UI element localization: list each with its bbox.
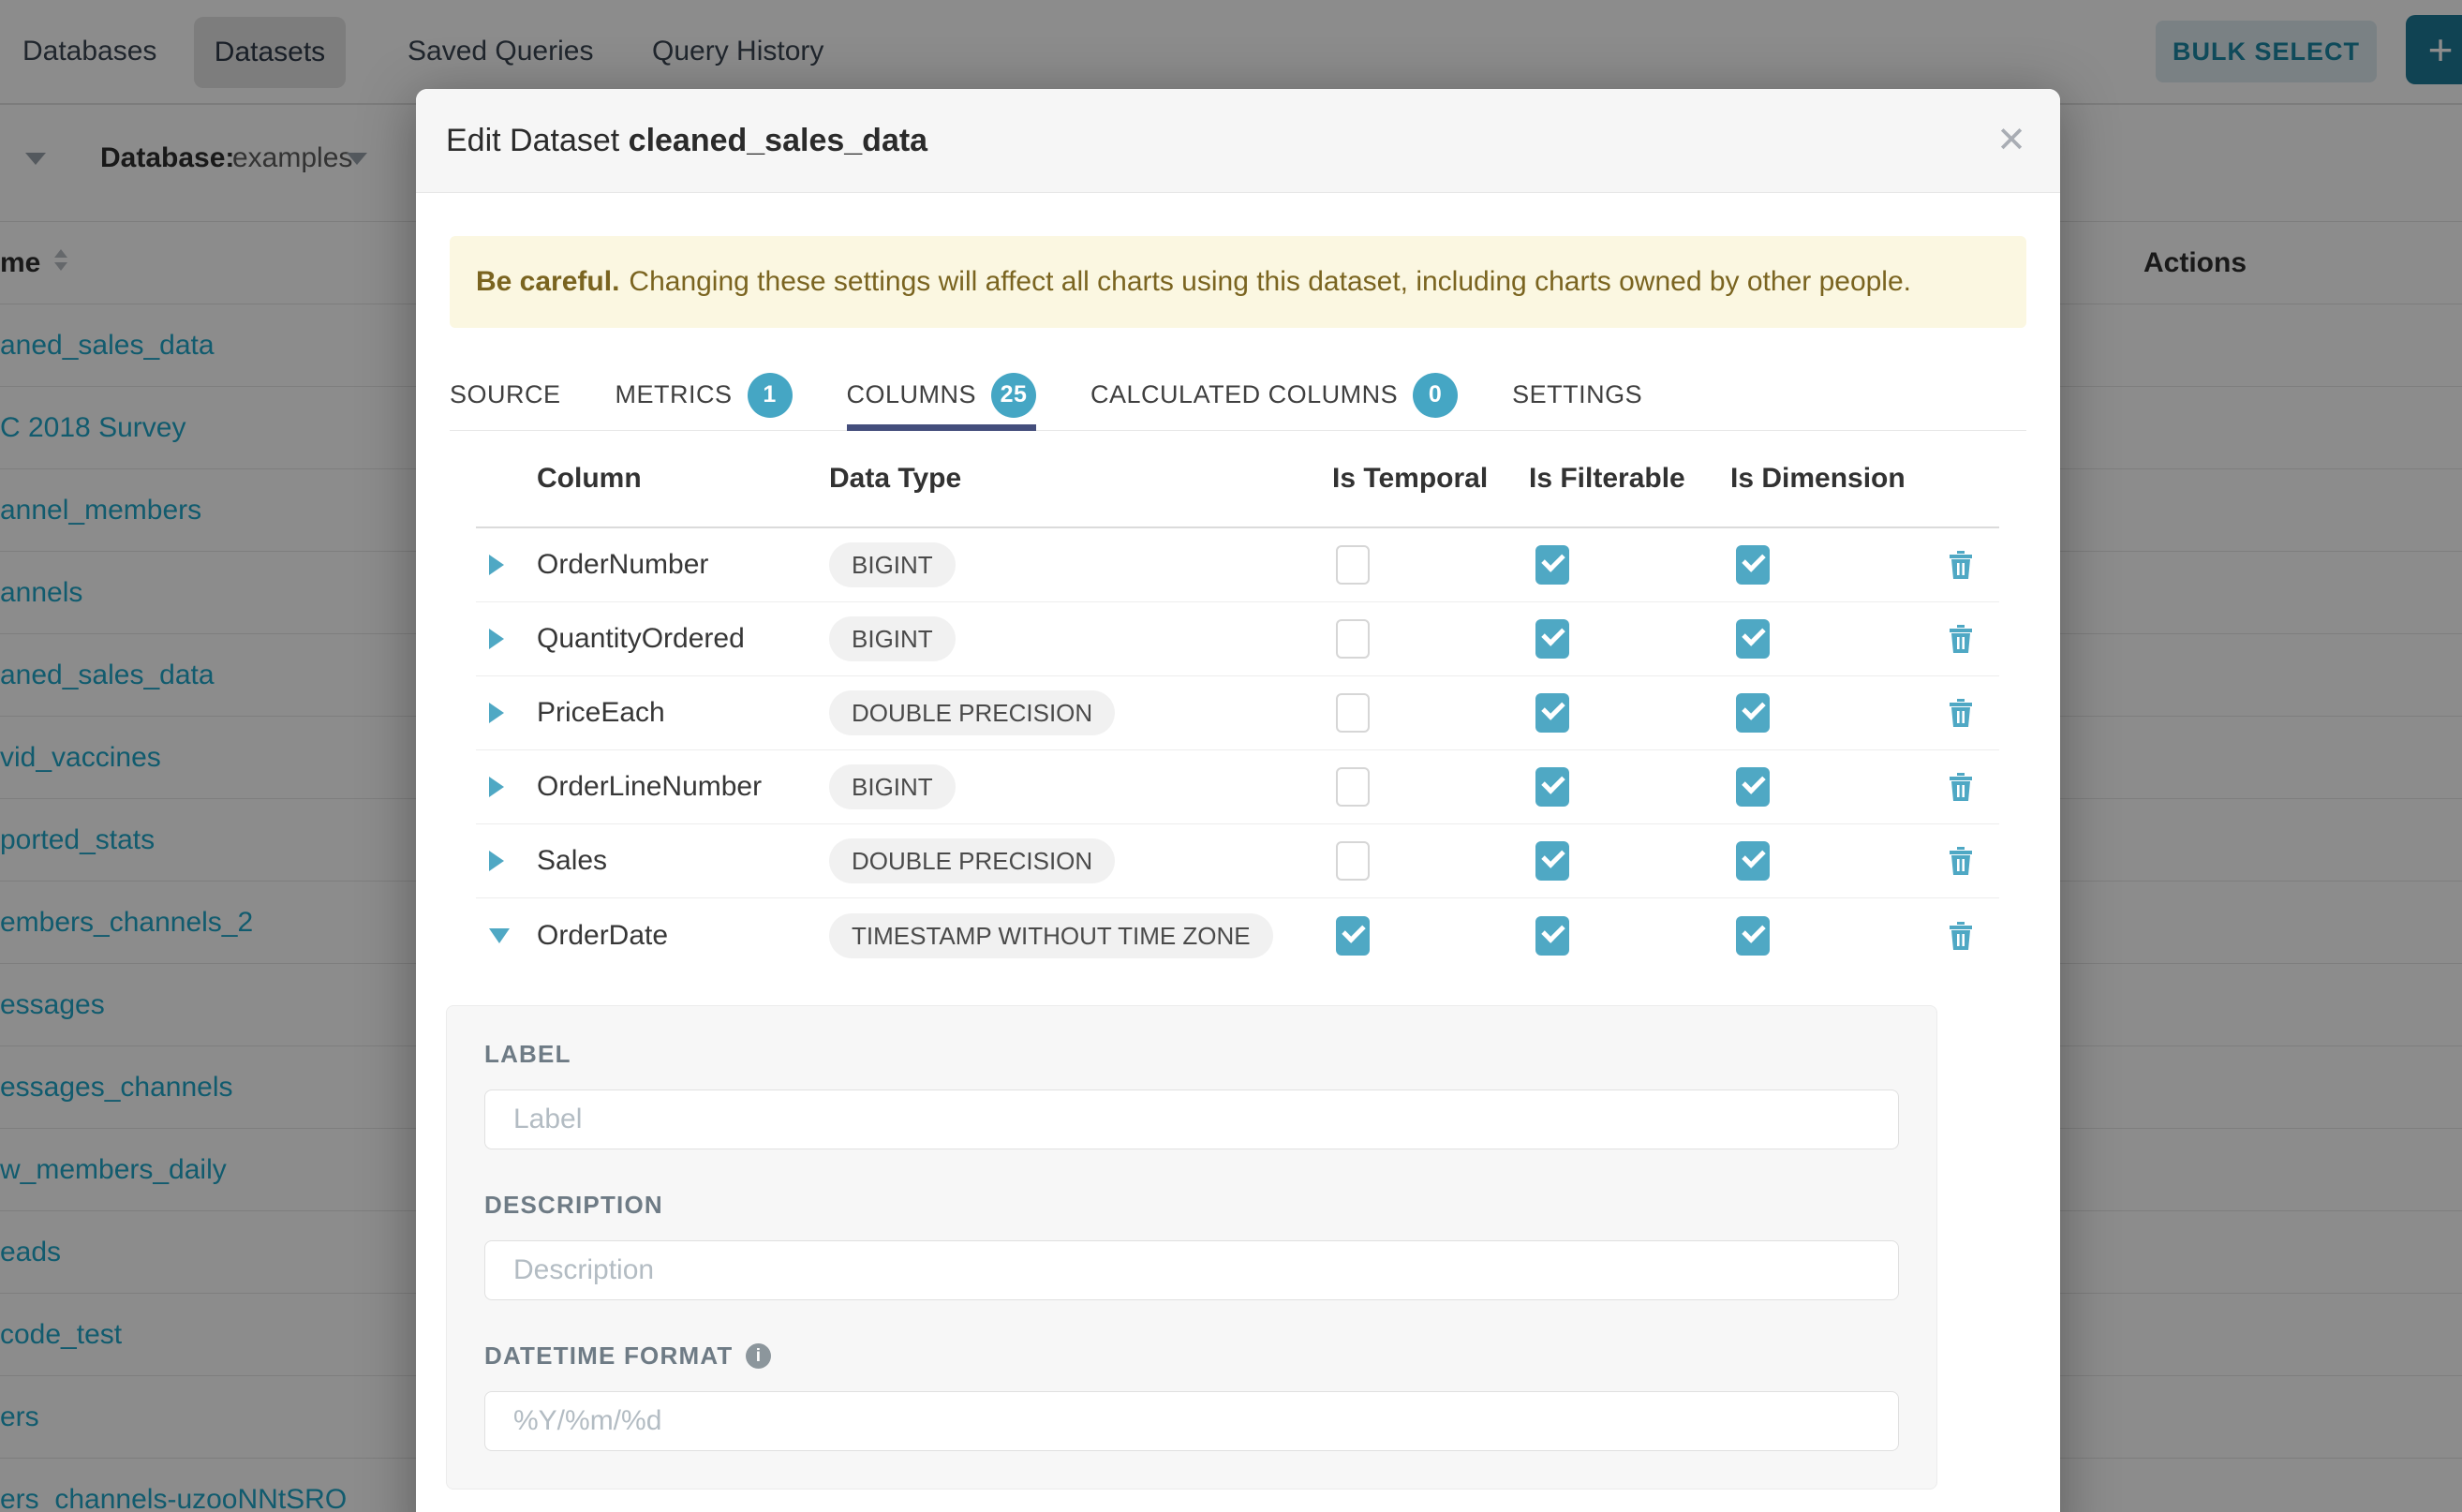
tab-settings[interactable]: SETTINGS [1512,360,1642,430]
delete-column-icon[interactable] [1949,625,1973,653]
is-filterable-checkbox[interactable] [1535,767,1569,807]
header-is-dimension: Is Dimension [1730,463,1906,495]
is-dimension-checkbox[interactable] [1736,693,1770,733]
is-dimension-checkbox[interactable] [1736,545,1770,585]
tab-label: SETTINGS [1512,380,1642,409]
info-icon[interactable]: i [746,1343,771,1369]
delete-column-icon[interactable] [1949,847,1973,875]
label-field-label: LABEL [484,1040,1899,1069]
data-type-pill: BIGINT [829,616,956,661]
is-dimension-checkbox[interactable] [1736,619,1770,659]
modal-header: Edit Dataset cleaned_sales_data ✕ [416,89,2060,193]
table-row: Sales DOUBLE PRECISION [476,824,1999,898]
datasets-page: Databases Datasets Saved Queries Query H… [0,0,2462,1512]
expand-caret-icon[interactable] [489,555,504,575]
is-filterable-checkbox[interactable] [1535,545,1569,585]
warning-banner: Be careful. Changing these settings will… [450,236,2026,328]
delete-column-icon[interactable] [1949,551,1973,579]
data-type-pill: DOUBLE PRECISION [829,838,1115,883]
description-input[interactable] [484,1240,1899,1300]
column-name: OrderDate [537,920,668,952]
table-row: PriceEach DOUBLE PRECISION [476,676,1999,750]
datetime-format-input[interactable] [484,1391,1899,1451]
is-filterable-checkbox[interactable] [1535,619,1569,659]
table-row: OrderLineNumber BIGINT [476,750,1999,824]
warning-bold-text: Be careful. [476,266,619,298]
table-row: OrderNumber BIGINT [476,528,1999,602]
data-type-pill: TIMESTAMP WITHOUT TIME ZONE [829,913,1273,958]
column-detail-panel: LABEL DESCRIPTION DATETIME FORMAT i [446,1005,1937,1490]
column-name: PriceEach [537,697,665,729]
expand-caret-icon[interactable] [489,851,504,871]
tab-columns[interactable]: COLUMNS 25 [847,360,1037,430]
is-temporal-checkbox[interactable] [1336,545,1370,585]
data-type-pill: BIGINT [829,764,956,809]
header-column: Column [537,463,642,495]
column-name: OrderNumber [537,549,708,581]
delete-column-icon[interactable] [1949,699,1973,727]
table-row-expanded: OrderDate TIMESTAMP WITHOUT TIME ZONE [476,898,1999,973]
is-filterable-checkbox[interactable] [1535,841,1569,881]
datetime-format-field-label: DATETIME FORMAT i [484,1342,1899,1371]
is-temporal-checkbox[interactable] [1336,841,1370,881]
header-is-filterable: Is Filterable [1529,463,1685,495]
header-data-type: Data Type [829,463,961,495]
modal-tabs: SOURCE METRICS 1 COLUMNS 25 CALCULATED COL… [450,360,2026,431]
header-is-temporal: Is Temporal [1332,463,1488,495]
description-field-label: DESCRIPTION [484,1191,1899,1220]
label-input[interactable] [484,1090,1899,1149]
modal-title-prefix: Edit Dataset [446,123,629,158]
modal-body: Be careful. Changing these settings will… [416,236,2060,1490]
collapse-caret-icon[interactable] [489,928,510,943]
tab-source[interactable]: SOURCE [450,360,561,430]
tab-label: CALCULATED COLUMNS [1090,380,1398,409]
data-type-pill: BIGINT [829,542,956,587]
columns-table-header: Column Data Type Is Temporal Is Filterab… [476,431,1999,528]
data-type-pill: DOUBLE PRECISION [829,690,1115,735]
modal-title-dataset-name: cleaned_sales_data [629,123,927,158]
edit-dataset-modal: Edit Dataset cleaned_sales_data ✕ Be car… [416,89,2060,1512]
tab-label: COLUMNS [847,380,977,409]
columns-table: Column Data Type Is Temporal Is Filterab… [476,431,1999,973]
tab-metrics[interactable]: METRICS 1 [616,360,793,430]
is-temporal-checkbox[interactable] [1336,619,1370,659]
is-dimension-checkbox[interactable] [1736,841,1770,881]
tab-label: METRICS [616,380,733,409]
tab-calculated-columns[interactable]: CALCULATED COLUMNS 0 [1090,360,1458,430]
is-filterable-checkbox[interactable] [1535,693,1569,733]
modal-title: Edit Dataset cleaned_sales_data [446,123,927,159]
label-text: LABEL [484,1040,571,1069]
table-row: QuantityOrdered BIGINT [476,602,1999,676]
close-icon[interactable]: ✕ [1996,123,2026,158]
expand-caret-icon[interactable] [489,703,504,723]
label-text: DESCRIPTION [484,1191,663,1220]
label-text: DATETIME FORMAT [484,1342,733,1371]
warning-text: Changing these settings will affect all … [629,266,1911,298]
is-temporal-checkbox[interactable] [1336,916,1370,956]
is-temporal-checkbox[interactable] [1336,693,1370,733]
column-name: OrderLineNumber [537,771,762,803]
is-filterable-checkbox[interactable] [1535,916,1569,956]
calculated-columns-count-badge: 0 [1413,373,1458,418]
is-dimension-checkbox[interactable] [1736,916,1770,956]
metrics-count-badge: 1 [748,373,793,418]
delete-column-icon[interactable] [1949,922,1973,950]
columns-count-badge: 25 [991,373,1036,418]
expand-caret-icon[interactable] [489,629,504,649]
tab-label: SOURCE [450,380,561,409]
delete-column-icon[interactable] [1949,773,1973,801]
is-dimension-checkbox[interactable] [1736,767,1770,807]
is-temporal-checkbox[interactable] [1336,767,1370,807]
column-name: QuantityOrdered [537,623,745,655]
expand-caret-icon[interactable] [489,777,504,797]
column-name: Sales [537,845,607,877]
